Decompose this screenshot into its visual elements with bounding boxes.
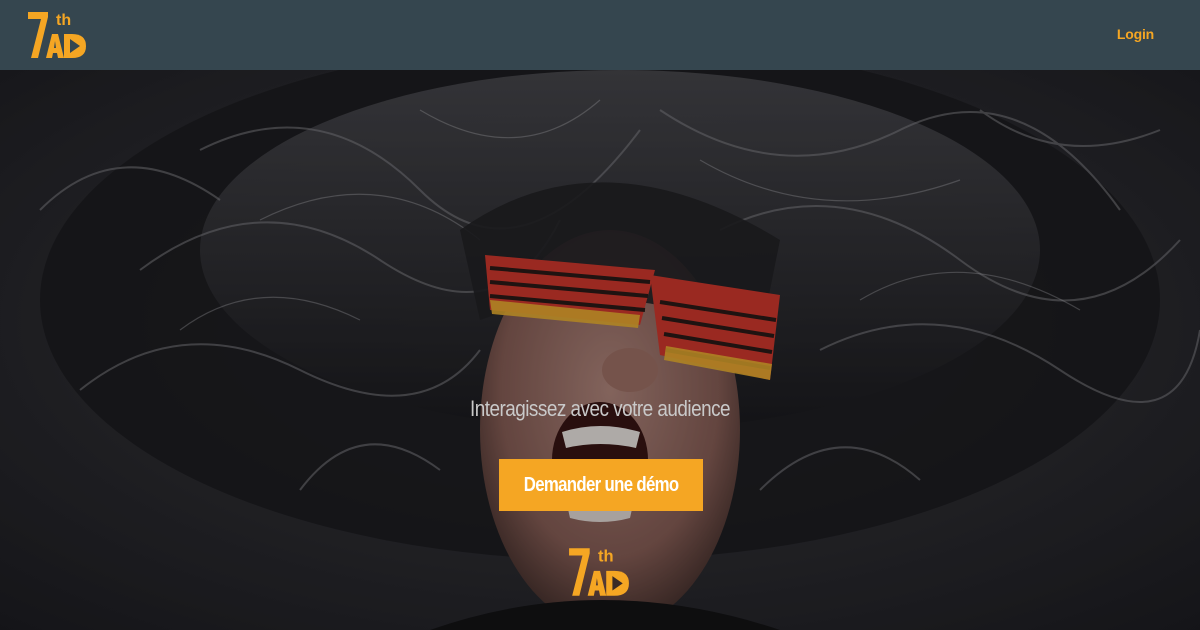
login-link[interactable]: Login (1117, 26, 1154, 42)
hero-logo-sup-text: th (598, 548, 614, 566)
hero-section: Interagissez avec votre audience Demande… (0, 70, 1200, 630)
request-demo-button[interactable]: Demander une démo (499, 459, 703, 511)
page: th Login Interagissez avec votre audienc… (0, 0, 1200, 630)
hero-brand-logo-icon: th (569, 548, 629, 596)
top-navbar: th Login (0, 0, 1200, 70)
logo-sup-text: th (56, 12, 71, 29)
brand-logo-icon[interactable]: th (26, 8, 88, 64)
hero-tagline: Interagissez avec votre audience (469, 396, 731, 421)
request-demo-button-label: Demander une démo (523, 473, 679, 496)
